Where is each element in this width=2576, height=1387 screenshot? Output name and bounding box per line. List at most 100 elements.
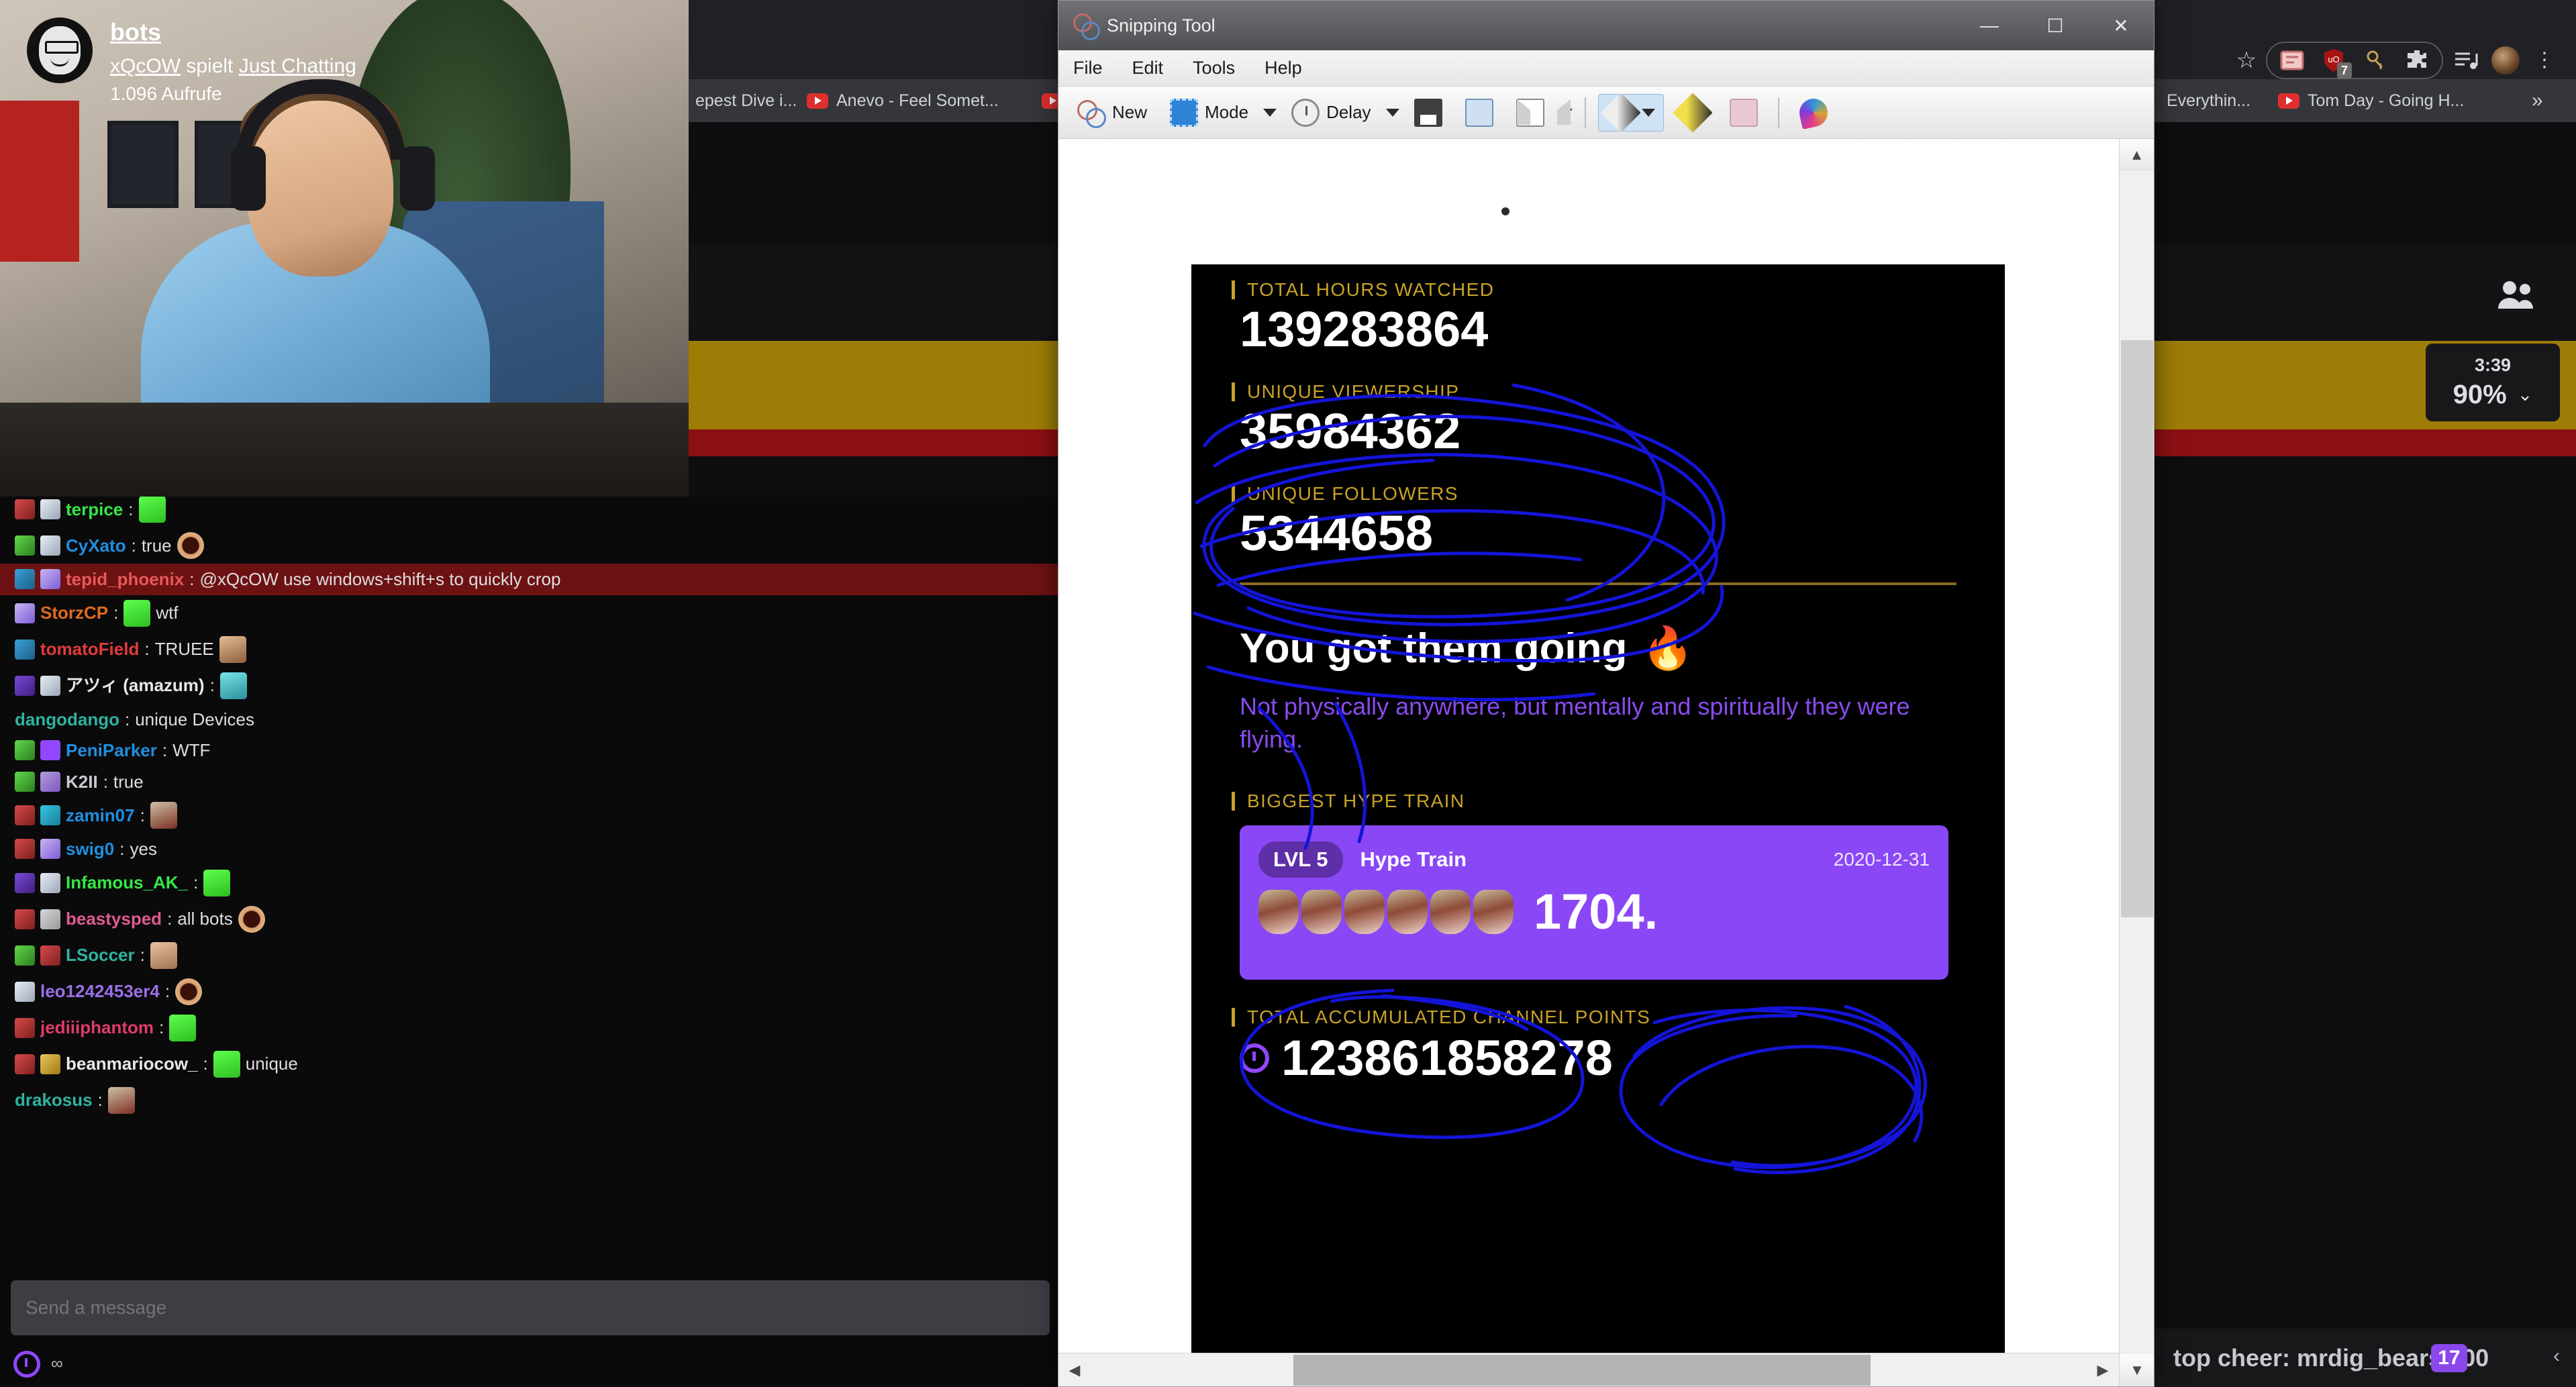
channel-points-icon[interactable] xyxy=(13,1350,40,1378)
chat-message[interactable]: drakosus : xyxy=(0,1082,1060,1119)
menu-edit[interactable]: Edit xyxy=(1132,58,1164,79)
chat-username[interactable]: PeniParker xyxy=(66,739,157,762)
snipping-tool-titlebar[interactable]: Snipping Tool — ☐ ✕ xyxy=(1058,1,2154,50)
chat-username[interactable]: beastysped xyxy=(66,908,162,930)
chat-username[interactable]: Infamous_AK_ xyxy=(66,872,188,894)
playlist-icon[interactable] xyxy=(2447,41,2486,80)
chat-username[interactable]: StorzCP xyxy=(40,602,108,624)
pocket-icon[interactable] xyxy=(2273,41,2312,80)
scroll-down-arrow[interactable]: ▼ xyxy=(2120,1354,2154,1386)
stream-category-link[interactable]: Just Chatting xyxy=(239,55,356,77)
cursor-dot xyxy=(1501,207,1509,215)
chat-message[interactable]: beanmariocow_ : unique xyxy=(0,1046,1060,1082)
eraser-button[interactable] xyxy=(1722,95,1766,131)
delay-button[interactable]: Delay xyxy=(1283,95,1379,131)
mode-button[interactable]: Mode xyxy=(1162,95,1256,131)
chat-username[interactable]: CyXato xyxy=(66,535,126,557)
player-volume-box[interactable]: 3:39 90% ⌄ xyxy=(2426,344,2560,421)
chat-message[interactable]: dangodango : unique Devices xyxy=(0,704,1060,735)
maximize-button[interactable]: ☐ xyxy=(2022,1,2088,50)
scroll-up-arrow[interactable]: ▲ xyxy=(2120,139,2154,171)
chat-message[interactable]: LSoccer : xyxy=(0,937,1060,974)
chat-message[interactable]: jediiiphantom : xyxy=(0,1010,1060,1046)
chat-message-highlighted[interactable]: tepid_phoenix : @xQcOW use windows+shift… xyxy=(0,564,1060,595)
snip-canvas[interactable]: TOTAL HOURS WATCHED 139283864 UNIQUE VIE… xyxy=(1058,139,2154,1386)
pen-button[interactable] xyxy=(1597,92,1664,133)
delay-dropdown-icon[interactable] xyxy=(1385,108,1399,117)
chat-message[interactable]: StorzCP : wtf xyxy=(0,595,1060,631)
chat-message[interactable]: アツィ (amazum) : xyxy=(0,668,1060,704)
browser-tab-1[interactable]: epest Dive i... xyxy=(686,79,806,122)
copy-button[interactable] xyxy=(1457,95,1501,131)
ublock-icon[interactable]: uO 7 xyxy=(2314,41,2353,80)
scroll-right-arrow[interactable]: ▶ xyxy=(2087,1353,2119,1386)
vertical-scroll-thumb[interactable] xyxy=(2121,340,2153,917)
chat-input[interactable] xyxy=(11,1280,1050,1335)
scroll-left-arrow[interactable]: ◀ xyxy=(1058,1353,1091,1386)
chat-username[interactable]: dangodango xyxy=(15,709,119,731)
chat-username[interactable]: beanmariocow_ xyxy=(66,1053,198,1075)
stream-video[interactable]: bots xQcOW spielt Just Chatting 1.096 Au… xyxy=(0,0,689,513)
chevron-down-icon[interactable]: ⌄ xyxy=(2518,384,2533,405)
recap-subtext: Not physically anywhere, but mentally an… xyxy=(1240,692,1910,753)
chat-footer: ∞ xyxy=(0,1341,1060,1387)
paint3d-button[interactable] xyxy=(1791,95,1836,131)
chat-username[interactable]: jediiiphantom xyxy=(40,1017,154,1039)
chat-username[interactable]: アツィ (amazum) xyxy=(66,674,205,697)
snipping-tool-window[interactable]: Snipping Tool — ☐ ✕ File Edit Tools Help… xyxy=(1058,0,2154,1387)
cheer-badge: 17 xyxy=(2431,1343,2467,1372)
chat-message[interactable]: PeniParker : WTF xyxy=(0,735,1060,766)
chat-username[interactable]: LSoccer xyxy=(66,944,135,966)
browser-tab-4[interactable]: Everythin... xyxy=(2157,79,2260,122)
key-icon[interactable] xyxy=(2356,41,2395,80)
chat-username[interactable]: drakosus xyxy=(15,1089,93,1111)
save-button[interactable] xyxy=(1406,95,1450,131)
viewers-people-icon[interactable] xyxy=(2495,278,2536,314)
chat-username[interactable]: leo1242453er4 xyxy=(40,980,160,1003)
chat-username[interactable]: terpice xyxy=(66,499,123,521)
stream-user-link[interactable]: xQcOW xyxy=(110,55,181,77)
chat-message[interactable]: tomatoField : TRUEE xyxy=(0,631,1060,668)
canvas-vertical-scrollbar[interactable]: ▲ ▼ xyxy=(2119,139,2154,1386)
pen-dropdown-icon[interactable] xyxy=(1641,108,1655,117)
stream-channel-title[interactable]: bots xyxy=(110,17,356,46)
chat-username[interactable]: zamin07 xyxy=(66,805,135,827)
bookmark-star-icon[interactable]: ☆ xyxy=(2227,41,2266,80)
chat-username[interactable]: swig0 xyxy=(66,838,114,860)
toolbar-divider xyxy=(1777,97,1779,128)
puzzle-extensions-icon[interactable] xyxy=(2397,41,2436,80)
menu-file[interactable]: File xyxy=(1073,58,1103,79)
close-button[interactable]: ✕ xyxy=(2088,1,2154,50)
chat-username[interactable]: K2II xyxy=(66,771,98,793)
chat-username[interactable]: tepid_phoenix xyxy=(66,568,184,590)
chat-message[interactable]: CyXato : true xyxy=(0,527,1060,564)
chat-message[interactable]: beastysped : all bots xyxy=(0,901,1060,937)
chat-emote-robot xyxy=(203,869,231,896)
collapse-chat-icon[interactable]: ‹ xyxy=(2553,1345,2560,1368)
chat-message[interactable]: terpice : xyxy=(0,497,1060,527)
minimize-button[interactable]: — xyxy=(1956,1,2022,50)
browser-tab-5[interactable]: Tom Day - Going H... xyxy=(2269,79,2473,122)
menu-tools[interactable]: Tools xyxy=(1193,58,1235,79)
chat-username[interactable]: tomatoField xyxy=(40,638,139,660)
horizontal-scroll-thumb[interactable] xyxy=(1293,1355,1871,1386)
gorilla-avatar-icon[interactable] xyxy=(27,17,93,83)
new-snip-button[interactable]: New xyxy=(1069,95,1155,131)
channel-points-label: TOTAL ACCUMULATED CHANNEL POINTS xyxy=(1232,1008,2005,1027)
twitch-chat-list[interactable]: terpice : CyXato : true tepid_phoenix : … xyxy=(0,497,1060,1275)
mode-dropdown-icon[interactable] xyxy=(1263,108,1277,117)
chat-message[interactable]: Infamous_AK_ : xyxy=(0,865,1060,901)
canvas-horizontal-scrollbar[interactable]: ◀ ▶ xyxy=(1058,1353,2119,1386)
highlighter-button[interactable] xyxy=(1671,92,1715,133)
chat-message[interactable]: K2II : true xyxy=(0,766,1060,798)
chat-message[interactable]: leo1242453er4 : xyxy=(0,974,1060,1010)
chat-message[interactable]: swig0 : yes xyxy=(0,833,1060,865)
browser-tab-2[interactable]: Anevo - Feel Somet... xyxy=(797,79,1008,122)
sub-gift-badge-icon xyxy=(40,945,60,966)
email-button[interactable] xyxy=(1508,95,1571,131)
chrome-menu-icon[interactable]: ⋮ xyxy=(2525,41,2564,80)
tab-overflow-button[interactable]: » xyxy=(2532,79,2543,122)
profile-avatar-icon[interactable] xyxy=(2486,41,2525,80)
menu-help[interactable]: Help xyxy=(1265,58,1302,79)
chat-message[interactable]: zamin07 : xyxy=(0,797,1060,833)
